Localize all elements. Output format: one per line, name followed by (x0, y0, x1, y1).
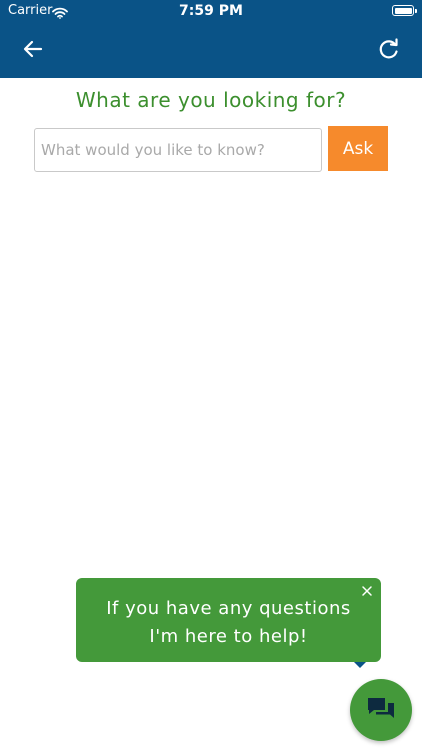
close-icon (362, 586, 372, 596)
tooltip-close-button[interactable] (361, 582, 373, 596)
chat-bubbles-icon (368, 698, 394, 718)
back-button[interactable] (18, 34, 48, 64)
refresh-icon (379, 38, 398, 59)
ask-button[interactable]: Ask (328, 126, 388, 171)
tooltip-line-1: If you have any questions (106, 598, 351, 619)
search-input[interactable] (34, 128, 322, 172)
tooltip-tail (354, 662, 366, 668)
battery-icon (392, 5, 417, 16)
tooltip-line-2: I'm here to help! (149, 626, 308, 647)
status-bar: Carrier 7:59 PM (0, 0, 422, 24)
app-header: Carrier 7:59 PM (0, 0, 422, 78)
chat-tooltip: If you have any questions I'm here to he… (76, 578, 381, 668)
refresh-button[interactable] (374, 34, 404, 64)
chat-button[interactable] (350, 679, 412, 741)
page-title: What are you looking for? (75, 88, 347, 112)
arrow-left-icon (23, 40, 43, 58)
tooltip-text: If you have any questions I'm here to he… (76, 595, 381, 651)
status-time: 7:59 PM (179, 3, 243, 19)
